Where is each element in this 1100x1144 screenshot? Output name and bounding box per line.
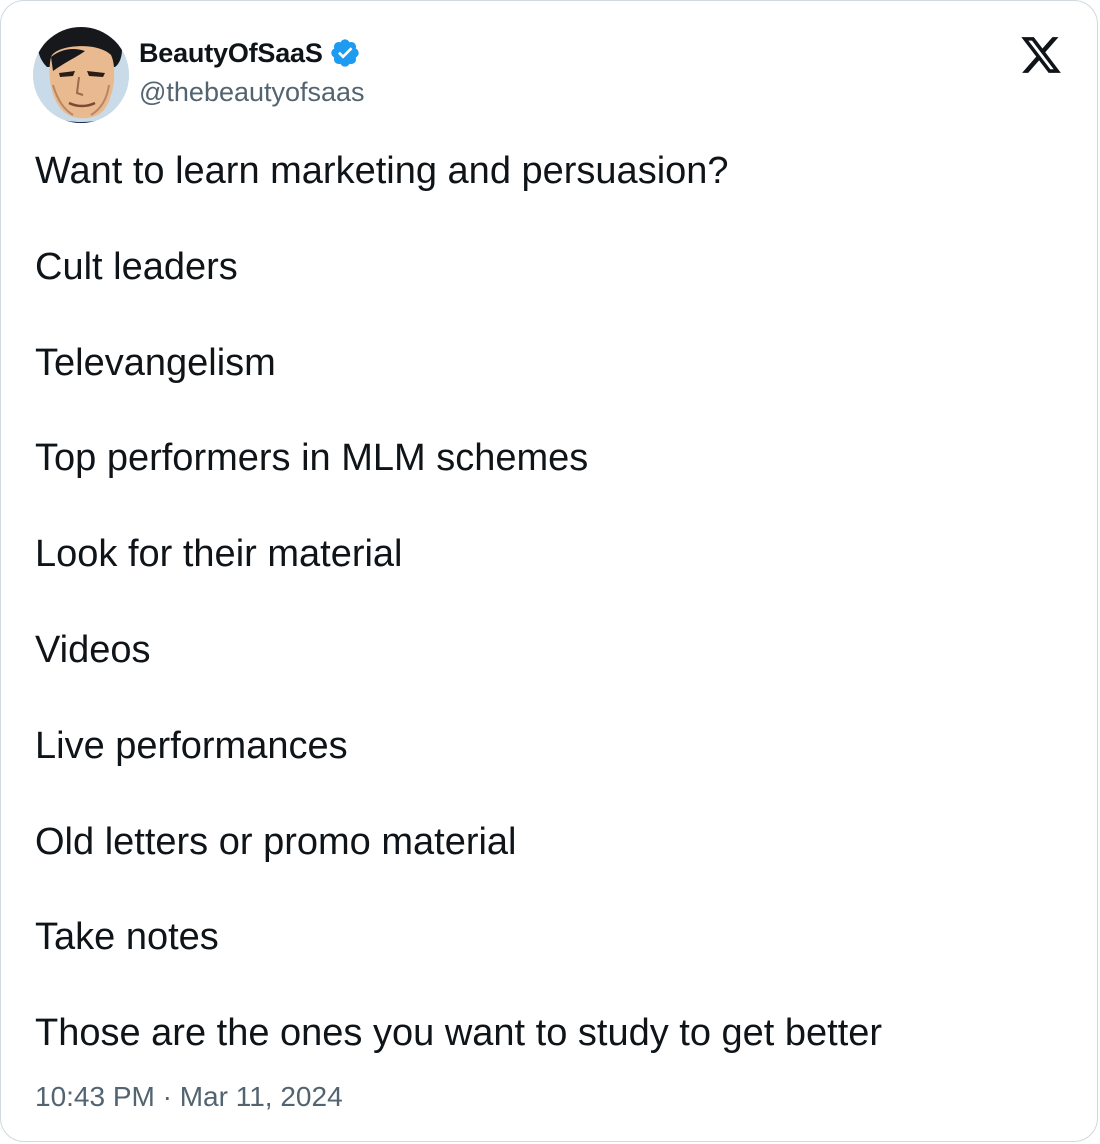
tweet-paragraph: Old letters or promo material (35, 820, 517, 863)
avatar-portrait-icon (33, 27, 129, 123)
tweet-paragraph: Televangelism (35, 341, 276, 384)
tweet-text: Want to learn marketing and persuasion? … (35, 147, 1055, 1105)
author-identity: BeautyOfSaaS @thebeautyofsaas (139, 33, 365, 108)
tweet-paragraph: Want to learn marketing and persuasion? (35, 150, 729, 192)
tweet-paragraph: Look for their material (35, 533, 403, 576)
tweet-card: BeautyOfSaaS @thebeautyofsaas Want to le… (0, 0, 1098, 1142)
author-handle[interactable]: @thebeautyofsaas (139, 77, 365, 108)
tweet-paragraph: Top performers in MLM schemes (35, 437, 589, 480)
tweet-paragraph: Take notes (35, 916, 219, 959)
tweet-paragraph: Live performances (35, 724, 348, 767)
display-name[interactable]: BeautyOfSaaS (139, 38, 323, 69)
tweet-paragraph: Cult leaders (35, 245, 238, 288)
verified-badge-icon (331, 39, 359, 67)
tweet-timestamp[interactable]: 10:43 PM · Mar 11, 2024 (35, 1081, 343, 1113)
tweet-paragraph: Videos (35, 628, 151, 671)
tweet-paragraph: Those are the ones you want to study to … (35, 1012, 883, 1055)
avatar[interactable] (33, 27, 129, 123)
tweet-header: BeautyOfSaaS @thebeautyofsaas (33, 27, 1063, 123)
name-row: BeautyOfSaaS (139, 33, 365, 73)
x-logo-icon[interactable] (1019, 33, 1063, 77)
